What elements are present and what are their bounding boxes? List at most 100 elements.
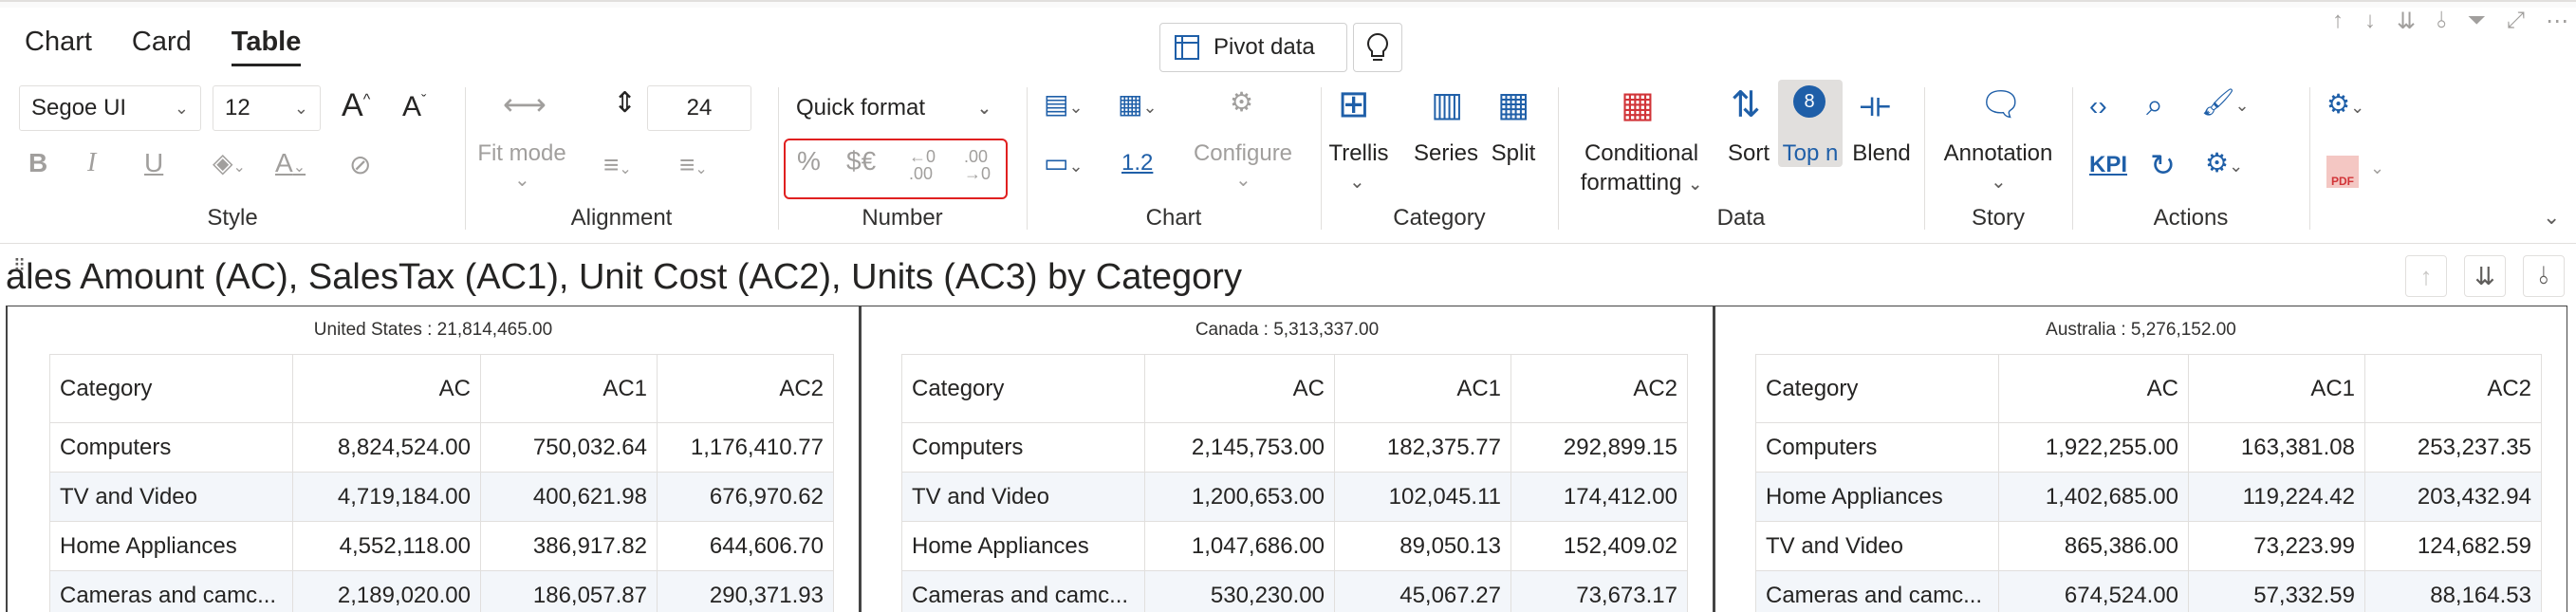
refresh-icon[interactable]: ↻ — [2150, 150, 2176, 180]
quick-format-dropdown[interactable]: Quick format ⌄ — [784, 85, 1004, 131]
column-header-ac[interactable]: AC — [1144, 354, 1335, 423]
hide-icon[interactable]: ⊘ — [349, 152, 371, 178]
column-header-ac1[interactable]: AC1 — [1334, 354, 1511, 423]
table-row[interactable]: TV and Video 4,719,184.00 400,621.98 676… — [49, 472, 834, 522]
table-row[interactable]: TV and Video 865,386.00 73,223.99 124,68… — [1755, 521, 2542, 571]
series-label[interactable]: Series — [1408, 139, 1484, 168]
hierarchy-icon[interactable]: ⫰ — [2523, 255, 2565, 297]
conditional-formatting-label[interactable]: Conditional formatting ⌄ — [1558, 139, 1725, 197]
column-header-ac2[interactable]: AC2 — [2364, 354, 2542, 423]
table-row[interactable]: Cameras and camc... 674,524.00 57,332.59… — [1755, 570, 2542, 612]
trellis-icon[interactable]: ⊞ — [1338, 85, 1370, 123]
table-row[interactable]: Computers 8,824,524.00 750,032.64 1,176,… — [49, 422, 834, 473]
table-row[interactable]: Cameras and camc... 2,189,020.00 186,057… — [49, 570, 834, 612]
filter-icon[interactable]: ⏷ — [2468, 8, 2486, 35]
blend-label[interactable]: Blend — [1846, 139, 1917, 168]
align-left-icon[interactable]: ≡⌄ — [603, 152, 632, 178]
settings-icon[interactable]: ⚙⌄ — [2205, 150, 2243, 176]
focus-mode-icon[interactable]: ⤢ — [2507, 8, 2525, 35]
pivot-label: Pivot data — [1214, 34, 1315, 60]
drill-up-icon[interactable]: ↑ — [2332, 8, 2344, 35]
drill-down-icon[interactable]: ↓ — [2364, 8, 2376, 35]
table-row[interactable]: Cameras and camc... 530,230.00 45,067.27… — [901, 570, 1688, 612]
conditional-text: Conditional — [1584, 140, 1699, 166]
visual-title-bar: ales Amount (AC), SalesTax (AC1), Unit C… — [0, 243, 2576, 302]
column-header-ac1[interactable]: AC1 — [2188, 354, 2365, 423]
tab-chart[interactable]: Chart — [25, 27, 92, 66]
insights-button[interactable] — [1353, 23, 1402, 72]
italic-icon[interactable]: I — [87, 150, 96, 176]
style-group: Segoe UI ⌄ 12 ⌄ A^ Aˇ B I U ◈⌄ A⌄ ⊘ Style — [0, 80, 465, 239]
bar-align-icon[interactable]: ▤⌄ — [1044, 91, 1084, 118]
sort-icon[interactable]: ⇅ — [1731, 87, 1761, 123]
kpi-button[interactable]: KPI — [2089, 154, 2127, 176]
split-label[interactable]: Split — [1480, 139, 1547, 168]
tab-card[interactable]: Card — [132, 27, 192, 66]
pivot-icon — [1175, 35, 1199, 60]
table-row[interactable]: Home Appliances 1,402,685.00 119,224.42 … — [1755, 472, 2542, 522]
series-icon[interactable]: ▥ — [1431, 87, 1463, 121]
column-header-ac1[interactable]: AC1 — [480, 354, 658, 423]
expand-all-icon[interactable]: ⇊ — [2397, 8, 2416, 35]
blend-icon[interactable]: ⟛ — [1860, 87, 1891, 121]
cell-ac2: 290,371.93 — [657, 570, 834, 612]
align-vertical-icon[interactable]: ≡⌄ — [679, 152, 708, 178]
font-color-icon[interactable]: A⌄ — [275, 150, 306, 176]
column-header-category[interactable]: Category — [901, 354, 1145, 423]
annotation-icon[interactable]: 🗨︎ — [1979, 87, 2023, 121]
table-row[interactable]: Computers 2,145,753.00 182,375.77 292,89… — [901, 422, 1688, 473]
column-header-category[interactable]: Category — [49, 354, 293, 423]
cell-ac1: 89,050.13 — [1334, 521, 1511, 571]
column-header-ac[interactable]: AC — [1998, 354, 2189, 423]
brush-icon[interactable]: 🖌︎⌄ — [2201, 89, 2250, 116]
decrease-font-icon[interactable]: Aˇ — [402, 93, 426, 121]
increase-font-icon[interactable]: A^ — [342, 89, 370, 121]
cell-category: TV and Video — [49, 472, 293, 522]
column-header-category[interactable]: Category — [1755, 354, 1999, 423]
fill-color-icon[interactable]: ◈⌄ — [213, 150, 246, 176]
sort-label[interactable]: Sort — [1717, 139, 1780, 168]
conditional-formatting-icon[interactable]: ▦ — [1621, 87, 1655, 123]
cell-category: Cameras and camc... — [49, 570, 293, 612]
data-group: ▦ Conditional formatting ⌄ ⇅ Sort 8 Top … — [1558, 80, 1924, 239]
trellis-label[interactable]: Trellis — [1321, 139, 1397, 168]
actions-group: ‹› ⌕ 🖌︎⌄ KPI ↻ ⚙⌄ Actions — [2072, 80, 2309, 239]
layout-icon[interactable]: ▦⌄ — [1118, 91, 1158, 118]
trellis-panel-australia: Australia : 5,276,152.00 Category AC AC1… — [1714, 306, 2567, 612]
hierarchy-icon[interactable]: ⫰ — [2437, 8, 2446, 35]
bold-icon[interactable]: B — [28, 150, 47, 176]
line-height-icon[interactable]: ⇕ — [613, 89, 637, 118]
pdf-export-icon[interactable]: PDF — [2326, 156, 2359, 188]
configure-icon[interactable]: ⚙ — [1230, 89, 1253, 116]
font-family-dropdown[interactable]: Segoe UI ⌄ — [19, 85, 201, 131]
fit-mode-icon[interactable]: ⟷ — [503, 89, 547, 120]
column-header-ac2[interactable]: AC2 — [657, 354, 834, 423]
more-options-icon[interactable]: ⋯ — [2546, 8, 2568, 35]
column-header-ac2[interactable]: AC2 — [1510, 354, 1688, 423]
tab-table[interactable]: Table — [231, 27, 302, 66]
collapse-ribbon-icon[interactable]: ⌄ — [2543, 207, 2560, 228]
line-height-input[interactable]: 24 — [647, 85, 751, 131]
search-icon[interactable]: ⌕ — [2146, 89, 2163, 120]
pivot-data-button[interactable]: Pivot data — [1159, 23, 1347, 72]
table-row[interactable]: Computers 1,922,255.00 163,381.08 253,23… — [1755, 422, 2542, 473]
link-icon[interactable]: ‹› — [2089, 93, 2107, 120]
table-row[interactable]: Home Appliances 1,047,686.00 89,050.13 1… — [901, 521, 1688, 571]
export-settings-icon[interactable]: ⚙⌄ — [2326, 91, 2364, 118]
drag-handle-icon[interactable]: ⠿ — [13, 256, 26, 276]
column-header-ac[interactable]: AC — [292, 354, 481, 423]
configure-label[interactable]: Configure — [1186, 139, 1300, 168]
font-size-dropdown[interactable]: 12 ⌄ — [213, 85, 321, 131]
topn-label[interactable]: Top n — [1778, 139, 1843, 168]
underline-icon[interactable]: U — [144, 150, 163, 176]
annotation-label[interactable]: Annotation — [1924, 139, 2072, 168]
chart-layout-icon[interactable]: ▭⌄ — [1044, 150, 1084, 176]
table-row[interactable]: TV and Video 1,200,653.00 102,045.11 174… — [901, 472, 1688, 522]
expand-all-icon[interactable]: ⇊ — [2464, 255, 2506, 297]
drill-up-icon[interactable]: ↑ — [2405, 255, 2447, 297]
fit-mode-label[interactable]: Fit mode — [474, 139, 569, 168]
alignment-group: ⟷ Fit mode ⌄ ⇕ 24 ≡⌄ ≡⌄ Alignment — [465, 80, 778, 239]
split-icon[interactable]: ▦ — [1497, 87, 1529, 121]
decimal-sample[interactable]: 1.2 — [1121, 152, 1153, 175]
table-row[interactable]: Home Appliances 4,552,118.00 386,917.82 … — [49, 521, 834, 571]
